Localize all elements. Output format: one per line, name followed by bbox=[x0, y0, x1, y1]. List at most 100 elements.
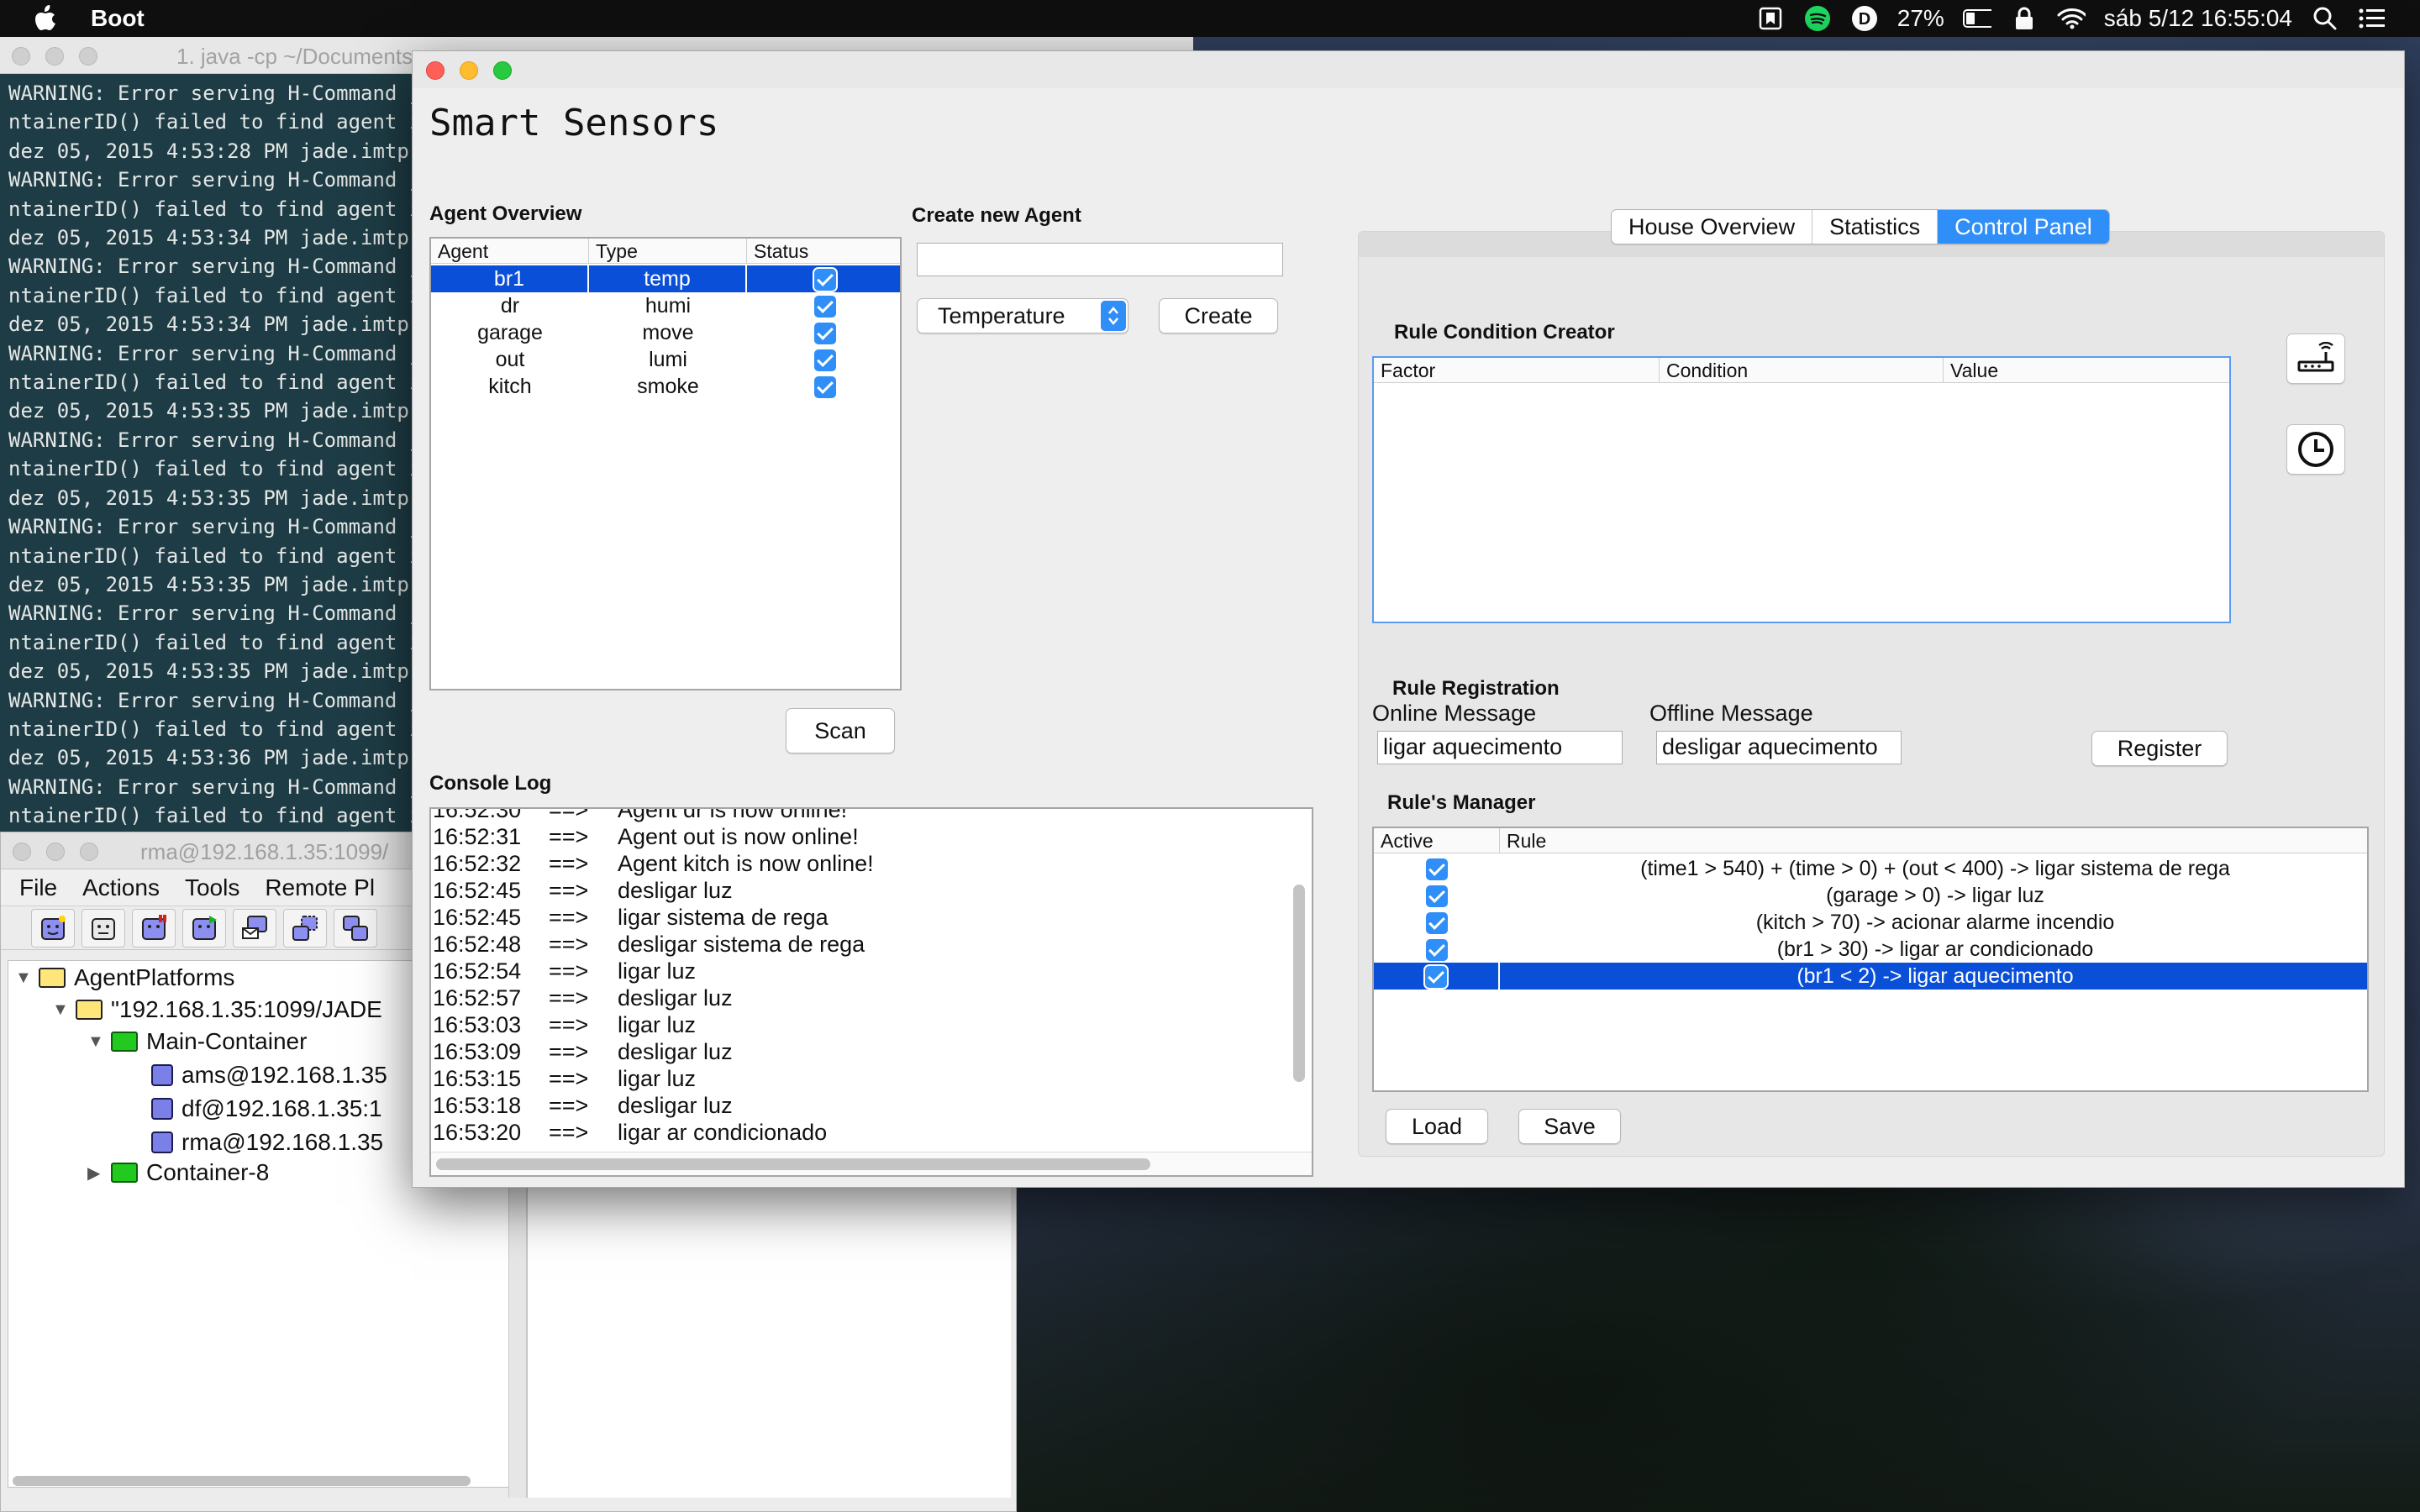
agent-type-select[interactable]: Temperature bbox=[917, 298, 1128, 333]
status-checkbox[interactable] bbox=[814, 376, 836, 399]
column-header-factor[interactable]: Factor bbox=[1374, 358, 1660, 383]
tab-house-overview[interactable]: House Overview bbox=[1612, 210, 1813, 244]
console-vertical-scrollbar[interactable] bbox=[1293, 885, 1305, 1082]
table-row[interactable]: kitch smoke bbox=[431, 373, 900, 400]
console-log[interactable]: 16:52:30 ==> Agent dr is now online! 16:52:… bbox=[429, 807, 1313, 1177]
expanded-triangle-icon[interactable]: ▼ bbox=[15, 969, 32, 988]
minimize-button[interactable] bbox=[46, 843, 65, 861]
log-message: ligar luz bbox=[618, 958, 697, 984]
rule-active-checkbox[interactable] bbox=[1426, 858, 1448, 881]
table-row[interactable]: (br1 > 30) -> ligar ar condicionado bbox=[1374, 936, 2367, 963]
column-header-condition[interactable]: Condition bbox=[1660, 358, 1944, 383]
offline-message-input[interactable]: desligar aquecimento bbox=[1656, 731, 1902, 764]
online-message-input[interactable]: ligar aquecimento bbox=[1377, 731, 1623, 764]
tree-node-agent-platforms[interactable]: ▼ AgentPlatforms bbox=[15, 961, 234, 995]
lock-icon[interactable] bbox=[2010, 4, 2039, 33]
zoom-button[interactable] bbox=[80, 843, 98, 861]
active-app-name[interactable]: Boot bbox=[91, 5, 145, 32]
tree-node-agent[interactable]: rma@192.168.1.35 bbox=[151, 1126, 383, 1159]
battery-percent: 27% bbox=[1897, 5, 1944, 31]
bookmark-icon[interactable] bbox=[1756, 4, 1785, 33]
dashlane-icon[interactable]: D bbox=[1850, 4, 1879, 33]
rules-manager-table[interactable]: Active Rule (time1 > 540) + (time > 0) +… bbox=[1372, 827, 2369, 1092]
tree-node-agent[interactable]: df@192.168.1.35:1 bbox=[151, 1092, 382, 1126]
clone-agent-icon[interactable] bbox=[334, 908, 377, 948]
menu-tools[interactable]: Tools bbox=[185, 874, 239, 901]
rule-active-checkbox[interactable] bbox=[1425, 966, 1447, 989]
create-agent-button[interactable]: Create bbox=[1159, 298, 1278, 333]
tree-node-container-8[interactable]: ▶ Container-8 bbox=[87, 1156, 269, 1189]
status-checkbox[interactable] bbox=[814, 349, 836, 372]
table-row[interactable]: (br1 < 2) -> ligar aquecimento bbox=[1374, 963, 2367, 990]
column-header-type[interactable]: Type bbox=[589, 239, 747, 264]
load-rules-button[interactable]: Load bbox=[1386, 1109, 1488, 1144]
rule-active-checkbox[interactable] bbox=[1426, 912, 1448, 935]
status-checkbox[interactable] bbox=[814, 296, 836, 318]
tree-node-platform[interactable]: ▼ "192.168.1.35:1099/JADE bbox=[52, 993, 382, 1026]
table-row[interactable]: dr humi bbox=[431, 292, 900, 319]
status-checkbox[interactable] bbox=[814, 323, 836, 345]
notification-center-icon[interactable] bbox=[2358, 4, 2386, 33]
tree-node-agent[interactable]: ams@192.168.1.35 bbox=[151, 1058, 387, 1092]
kill-agent-icon[interactable] bbox=[82, 908, 125, 948]
tree-horizontal-scrollbar[interactable] bbox=[13, 1476, 471, 1486]
agent-overview-table[interactable]: Agent Type Status br1 temp dr humi garage mov… bbox=[429, 237, 902, 690]
expanded-triangle-icon[interactable]: ▼ bbox=[87, 1032, 104, 1052]
select-arrows-icon bbox=[1101, 301, 1126, 331]
expanded-triangle-icon[interactable]: ▼ bbox=[52, 1000, 69, 1020]
close-button[interactable] bbox=[426, 61, 445, 80]
battery-icon[interactable] bbox=[1962, 4, 1991, 33]
column-header-rule[interactable]: Rule bbox=[1500, 828, 2367, 853]
collapsed-triangle-icon[interactable]: ▶ bbox=[87, 1163, 103, 1184]
scan-button[interactable]: Scan bbox=[786, 708, 895, 753]
column-header-value[interactable]: Value bbox=[1944, 358, 2229, 383]
zoom-button[interactable] bbox=[79, 47, 97, 66]
table-row[interactable]: br1 temp bbox=[431, 265, 900, 292]
tree-node-main-container[interactable]: ▼ Main-Container bbox=[87, 1025, 307, 1058]
tab-statistics[interactable]: Statistics bbox=[1812, 210, 1939, 244]
minimize-button[interactable] bbox=[460, 61, 478, 80]
table-row[interactable]: (kitch > 70) -> acionar alarme incendio bbox=[1374, 909, 2367, 936]
register-button[interactable]: Register bbox=[2091, 731, 2228, 766]
log-time: 16:52:48 bbox=[433, 932, 522, 957]
log-entry: 16:52:30 ==> Agent dr is now online! bbox=[431, 809, 1271, 824]
spotlight-search-icon[interactable] bbox=[2311, 4, 2339, 33]
zoom-button[interactable] bbox=[493, 61, 512, 80]
clock-icon[interactable] bbox=[2286, 424, 2345, 475]
rule-active-checkbox[interactable] bbox=[1426, 885, 1448, 908]
table-row[interactable]: garage move bbox=[431, 319, 900, 346]
column-header-active[interactable]: Active bbox=[1374, 828, 1500, 853]
menu-actions[interactable]: Actions bbox=[82, 874, 160, 901]
log-message: desligar luz bbox=[618, 985, 733, 1011]
menu-file[interactable]: File bbox=[19, 874, 57, 901]
column-header-agent[interactable]: Agent bbox=[431, 239, 589, 264]
tree-label: "192.168.1.35:1099/JADE bbox=[111, 996, 382, 1022]
save-rules-button[interactable]: Save bbox=[1518, 1109, 1621, 1144]
app-titlebar[interactable] bbox=[413, 51, 2404, 88]
close-button[interactable] bbox=[12, 47, 30, 66]
spotify-icon[interactable] bbox=[1803, 4, 1832, 33]
wifi-icon[interactable] bbox=[2057, 4, 2086, 33]
agent-name-input[interactable] bbox=[917, 243, 1283, 276]
clock-datetime[interactable]: sáb 5/12 16:55:04 bbox=[2104, 5, 2292, 32]
table-row[interactable]: (garage > 0) -> ligar luz bbox=[1374, 882, 2367, 909]
status-checkbox[interactable] bbox=[814, 269, 836, 291]
table-row[interactable]: (time1 > 540) + (time > 0) + (out < 400)… bbox=[1374, 855, 2367, 882]
console-horizontal-scrollbar[interactable] bbox=[436, 1158, 1150, 1170]
rule-active-checkbox[interactable] bbox=[1426, 939, 1448, 962]
column-header-status[interactable]: Status bbox=[747, 239, 900, 264]
tab-control-panel[interactable]: Control Panel bbox=[1938, 210, 2109, 244]
minimize-button[interactable] bbox=[45, 47, 64, 66]
suspend-agent-icon[interactable] bbox=[132, 908, 176, 948]
menu-remote-platforms[interactable]: Remote Pl bbox=[265, 874, 375, 901]
close-button[interactable] bbox=[13, 843, 31, 861]
rule-condition-table[interactable]: Factor Condition Value bbox=[1372, 356, 2231, 623]
new-agent-icon[interactable] bbox=[31, 908, 75, 948]
table-row[interactable]: out lumi bbox=[431, 346, 900, 373]
log-entry: 16:52:32 ==> Agent kitch is now online! bbox=[431, 851, 1271, 878]
send-message-icon[interactable] bbox=[233, 908, 276, 948]
router-icon[interactable] bbox=[2286, 333, 2345, 384]
migrate-agent-icon[interactable] bbox=[283, 908, 327, 948]
resume-agent-icon[interactable] bbox=[182, 908, 226, 948]
apple-icon[interactable] bbox=[34, 4, 59, 33]
